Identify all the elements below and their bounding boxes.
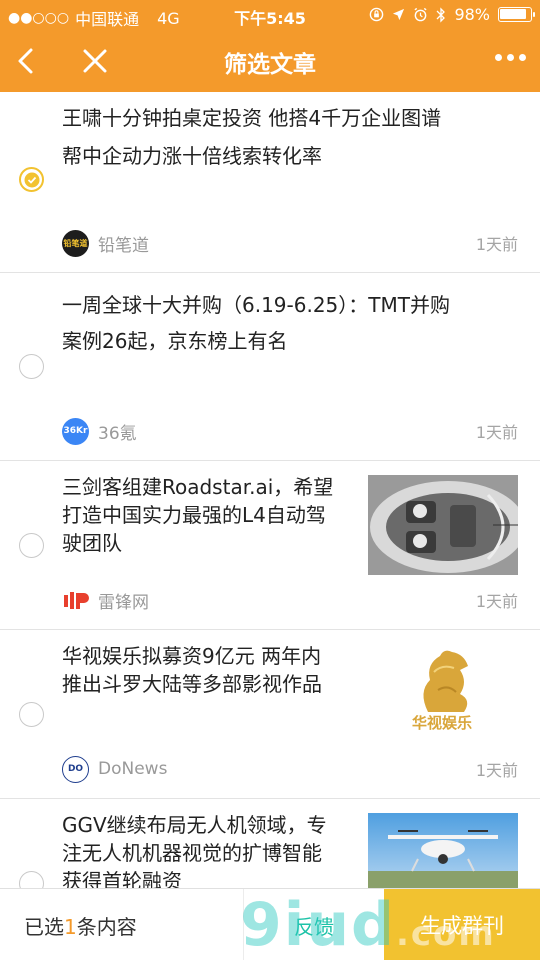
close-button[interactable] (78, 44, 112, 78)
article-title: 华视娱乐拟募资9亿元 两年内 推出斗罗大陆等多部影视作品 (62, 642, 362, 698)
article-time: 1天前 (475, 592, 518, 611)
article-title: 一周全球十大并购（6.19-6.25）：TMT并购 案例26起，京东榜上有名 (62, 289, 524, 357)
thumbnail-caption: 华视娱乐 (412, 714, 473, 732)
article-checkbox[interactable] (19, 354, 44, 379)
article-title-line: 一周全球十大并购（6.19-6.25）：TMT并购 (62, 293, 450, 317)
article-time: 1天前 (475, 423, 518, 442)
article-title-line: 三剑客组建Roadstar.ai，希望 (62, 475, 334, 499)
article-meta: 36Kr 36氪 1天前 (62, 417, 518, 445)
article-time: 1天前 (475, 761, 518, 780)
status-bar: ●●○○○ 中国联通 4G 下午5:45 98% (0, 0, 540, 30)
more-button[interactable] (495, 54, 526, 61)
back-arrow-icon (18, 48, 33, 74)
article-title-line: 王啸十分钟拍桌定投资 他搭4千万企业图谱 (62, 106, 442, 130)
more-dot (507, 54, 514, 61)
article-title-line: GGV继续布局无人机领域，专 (62, 813, 327, 837)
article-item[interactable]: 一周全球十大并购（6.19-6.25）：TMT并购 案例26起，京东榜上有名 3… (0, 273, 540, 461)
selected-prefix: 已选 (24, 915, 64, 939)
selected-count: 1 (64, 915, 77, 939)
selected-suffix: 条内容 (76, 915, 137, 939)
selected-count-label: 已选1条内容 (24, 911, 137, 940)
article-checkbox[interactable] (19, 167, 44, 192)
article-title: 王啸十分钟拍桌定投资 他搭4千万企业图谱 帮中企动力涨十倍线索转化率 (62, 102, 524, 172)
close-icon (83, 49, 107, 73)
source-name: DoNews (98, 759, 168, 779)
article-checkbox[interactable] (19, 533, 44, 558)
battery-percent: 98% (454, 5, 490, 24)
article-meta: 铅笔道 铅笔道 1天前 (62, 229, 518, 257)
car-interior-image (368, 475, 518, 575)
source-name: 36氪 (98, 423, 137, 444)
article-thumbnail (368, 813, 518, 888)
article-title-line: 帮中企动力涨十倍线索转化率 (62, 144, 322, 168)
article-title: GGV继续布局无人机领域，专 注无人机机器视觉的扩博智能 获得首轮融资 (62, 811, 362, 888)
article-meta: 雷锋网 1天前 (62, 586, 518, 614)
article-title-line: 注无人机机器视觉的扩博智能 (62, 841, 322, 865)
source-name: 铅笔道 (98, 235, 149, 256)
feedback-button[interactable]: 反馈 (243, 889, 384, 960)
article-title-line: 驶团队 (62, 531, 122, 555)
article-title-line: 案例26起，京东榜上有名 (62, 329, 288, 353)
drone-image (368, 813, 518, 888)
article-checkbox[interactable] (19, 702, 44, 727)
article-title: 三剑客组建Roadstar.ai，希望 打造中国实力最强的L4自动驾 驶团队 (62, 473, 362, 557)
source-name: 雷锋网 (98, 592, 149, 613)
article-item[interactable]: 三剑客组建Roadstar.ai，希望 打造中国实力最强的L4自动驾 驶团队 雷… (0, 461, 540, 630)
article-item[interactable]: GGV继续布局无人机领域，专 注无人机机器视觉的扩博智能 获得首轮融资 (0, 799, 540, 888)
article-time: 1天前 (475, 235, 518, 254)
bluetooth-icon (436, 6, 446, 23)
article-checkbox[interactable] (19, 871, 44, 888)
article-title-line: 华视娱乐拟募资9亿元 两年内 (62, 644, 322, 668)
article-item[interactable]: 华视娱乐拟募资9亿元 两年内 推出斗罗大陆等多部影视作品 华视娱乐 DO DoN… (0, 630, 540, 799)
location-icon (393, 8, 405, 21)
source-logo-icon: 36Kr (62, 417, 89, 445)
article-thumbnail (368, 475, 518, 575)
generate-button[interactable]: 生成群刊 (384, 889, 540, 960)
generate-label: 生成群刊 (420, 914, 504, 938)
article-title-line: 获得首轮融资 (62, 869, 182, 888)
leiphone-logo-icon (64, 591, 89, 609)
battery-icon (498, 7, 535, 22)
article-title-line: 推出斗罗大陆等多部影视作品 (62, 672, 322, 696)
more-dot (519, 54, 526, 61)
more-dot (495, 54, 502, 61)
alarm-icon (414, 7, 427, 22)
status-right: 98% (369, 5, 535, 24)
source-logo-icon: DO (62, 755, 89, 783)
rotation-lock-icon (370, 7, 384, 22)
article-meta: DO DoNews 1天前 (62, 755, 518, 783)
article-thumbnail: 华视娱乐 (368, 642, 518, 742)
footer-bar: 已选1条内容 反馈 生成群刊 (0, 888, 540, 960)
feedback-label: 反馈 (294, 914, 334, 939)
nav-bar: 筛选文章 (0, 30, 540, 92)
back-button[interactable] (10, 44, 44, 78)
article-title-line: 打造中国实力最强的L4自动驾 (62, 503, 326, 527)
article-item[interactable]: 王啸十分钟拍桌定投资 他搭4千万企业图谱 帮中企动力涨十倍线索转化率 铅笔道 铅… (0, 92, 540, 273)
source-logo-icon: 铅笔道 (62, 229, 89, 257)
checkmark-icon (24, 172, 40, 188)
